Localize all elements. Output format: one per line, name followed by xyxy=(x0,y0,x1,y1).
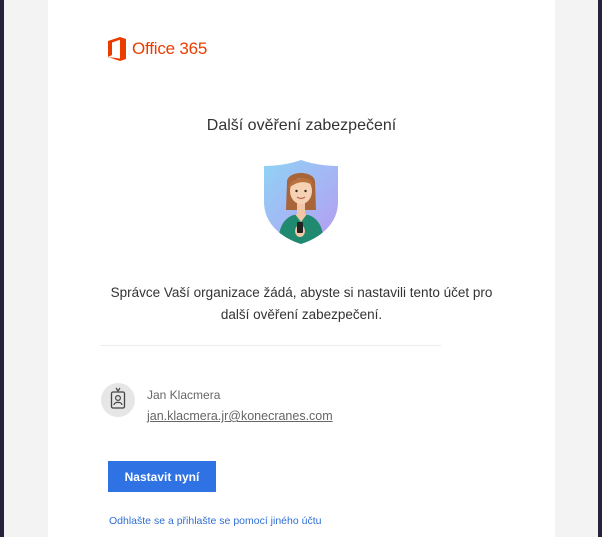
security-shield-person-icon xyxy=(262,158,340,246)
account-email-link[interactable]: jan.klacmera.jr@konecranes.com xyxy=(147,408,333,424)
setup-now-button[interactable]: Nastavit nyní xyxy=(108,461,216,492)
office-logo: Office 365 xyxy=(107,37,207,61)
window-frame-right xyxy=(598,0,602,537)
window-frame-left xyxy=(0,0,4,537)
verification-card: Office 365 Další ověření zabezpečení Spr… xyxy=(48,0,555,537)
switch-account-link[interactable]: Odhlašte se a přihlašte se pomocí jiného… xyxy=(109,515,321,527)
avatar xyxy=(101,383,135,417)
badge-person-icon xyxy=(110,387,126,414)
page-title: Další ověření zabezpečení xyxy=(206,117,397,134)
account-info: Jan Klacmera jan.klacmera.jr@konecranes.… xyxy=(101,383,333,424)
brand-name: Office 365 xyxy=(132,39,208,58)
divider xyxy=(100,345,441,346)
office-logo-icon xyxy=(107,37,127,61)
setup-request-message: Správce Vaší organizace žádá, abyste si … xyxy=(110,285,493,322)
account-name: Jan Klacmera xyxy=(147,388,221,402)
account-text: Jan Klacmera jan.klacmera.jr@konecranes.… xyxy=(147,383,333,424)
